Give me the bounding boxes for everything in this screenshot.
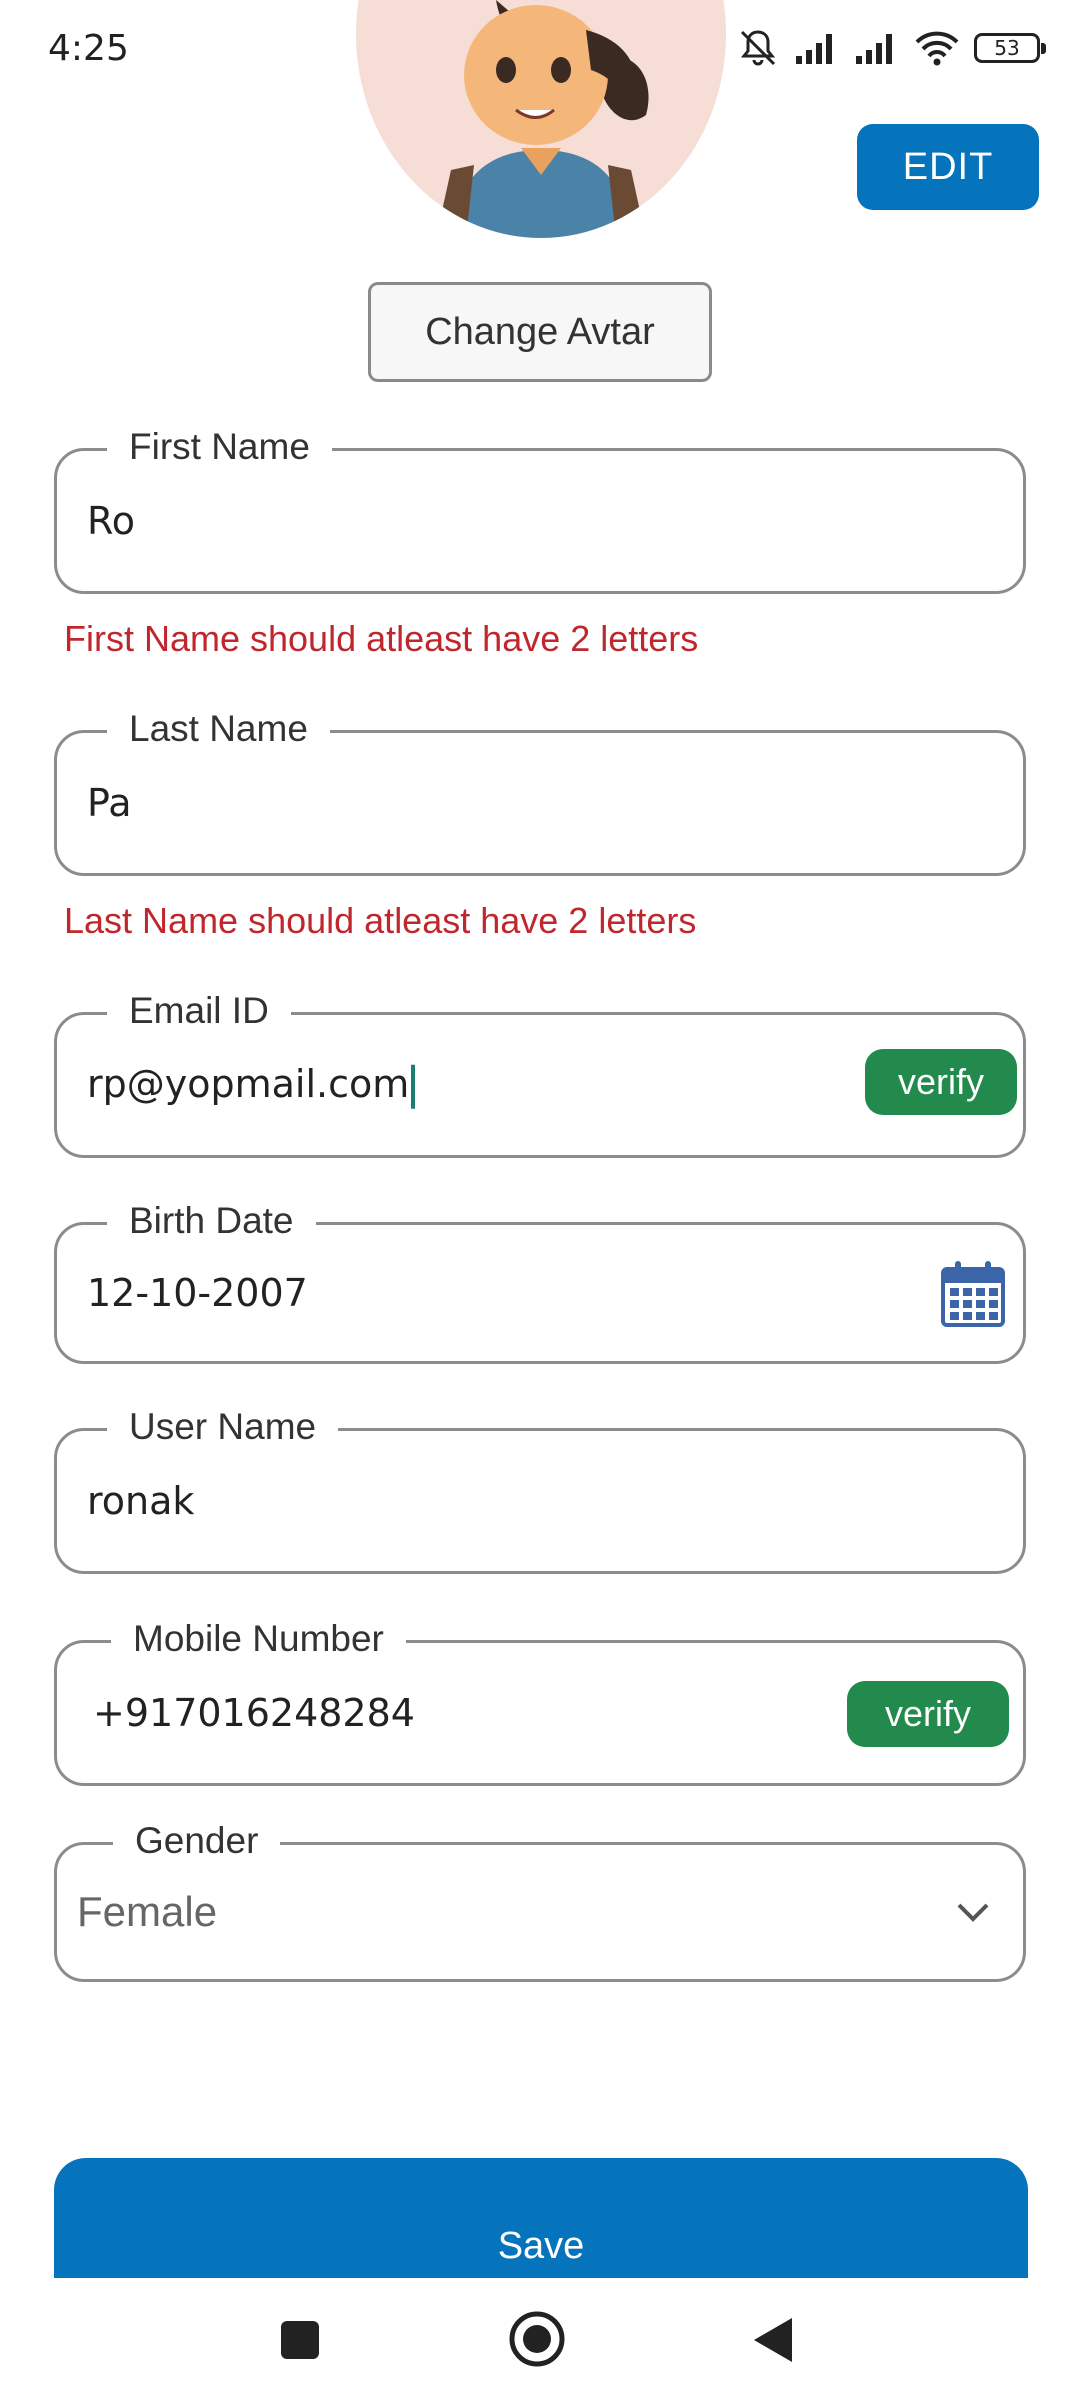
birth-date-field[interactable]: Birth Date 12-10-2007 xyxy=(54,1197,1026,1364)
status-time: 4:25 xyxy=(48,28,129,69)
email-label: Email ID xyxy=(107,987,291,1035)
first-name-error: First Name should atleast have 2 letters xyxy=(64,618,699,659)
system-nav-bar xyxy=(0,2278,1080,2400)
signal-icon xyxy=(796,34,832,64)
mobile-number-value: +917016248284 xyxy=(93,1691,415,1735)
gender-value: Female xyxy=(77,1888,218,1935)
birth-date-label: Birth Date xyxy=(107,1197,316,1245)
email-value-wrap: rp@yopmail.com xyxy=(87,1061,416,1109)
mobile-verify-button[interactable]: verify xyxy=(847,1681,1009,1747)
gender-select[interactable]: Gender Female xyxy=(54,1817,1026,1982)
last-name-label: Last Name xyxy=(107,705,330,753)
user-name-field[interactable]: User Name ronak xyxy=(54,1403,1026,1574)
user-name-value: ronak xyxy=(87,1479,195,1523)
status-icons: 53 xyxy=(736,24,1046,72)
mobile-number-label: Mobile Number xyxy=(111,1615,406,1663)
first-name-label: First Name xyxy=(107,423,332,471)
nav-recents-icon[interactable] xyxy=(280,2320,320,2360)
calendar-icon[interactable] xyxy=(941,1259,1005,1327)
edit-profile-screen: 4:25 53 EDIT Change Avtar First Name Ro … xyxy=(0,0,1080,2400)
email-value: rp@yopmail.com xyxy=(87,1061,410,1106)
last-name-field[interactable]: Last Name Pa xyxy=(54,705,1026,876)
wifi-icon xyxy=(915,31,959,66)
email-verify-button[interactable]: verify xyxy=(865,1049,1017,1115)
edit-button[interactable]: EDIT xyxy=(857,124,1039,210)
change-avatar-button[interactable]: Change Avtar xyxy=(368,282,712,382)
signal-icon xyxy=(856,34,892,64)
battery-icon: 53 xyxy=(974,33,1046,63)
avatar-illustration xyxy=(436,0,649,238)
mobile-number-field[interactable]: Mobile Number +917016248284 verify xyxy=(54,1615,1026,1786)
chevron-down-icon[interactable] xyxy=(953,1900,993,1924)
gender-label: Gender xyxy=(113,1817,281,1865)
email-field[interactable]: Email ID rp@yopmail.com verify xyxy=(54,987,1026,1158)
first-name-value: Ro xyxy=(87,499,135,543)
avatar xyxy=(356,0,726,238)
user-name-label: User Name xyxy=(107,1403,339,1451)
text-cursor xyxy=(411,1064,416,1109)
nav-home-icon[interactable] xyxy=(508,2310,566,2368)
first-name-field[interactable]: First Name Ro xyxy=(54,423,1026,594)
last-name-error: Last Name should atleast have 2 letters xyxy=(64,900,697,941)
nav-back-icon[interactable] xyxy=(752,2316,794,2364)
last-name-value: Pa xyxy=(87,781,132,825)
mute-icon xyxy=(740,30,776,66)
save-button[interactable]: Save xyxy=(54,2158,1028,2278)
birth-date-value: 12-10-2007 xyxy=(87,1271,308,1315)
